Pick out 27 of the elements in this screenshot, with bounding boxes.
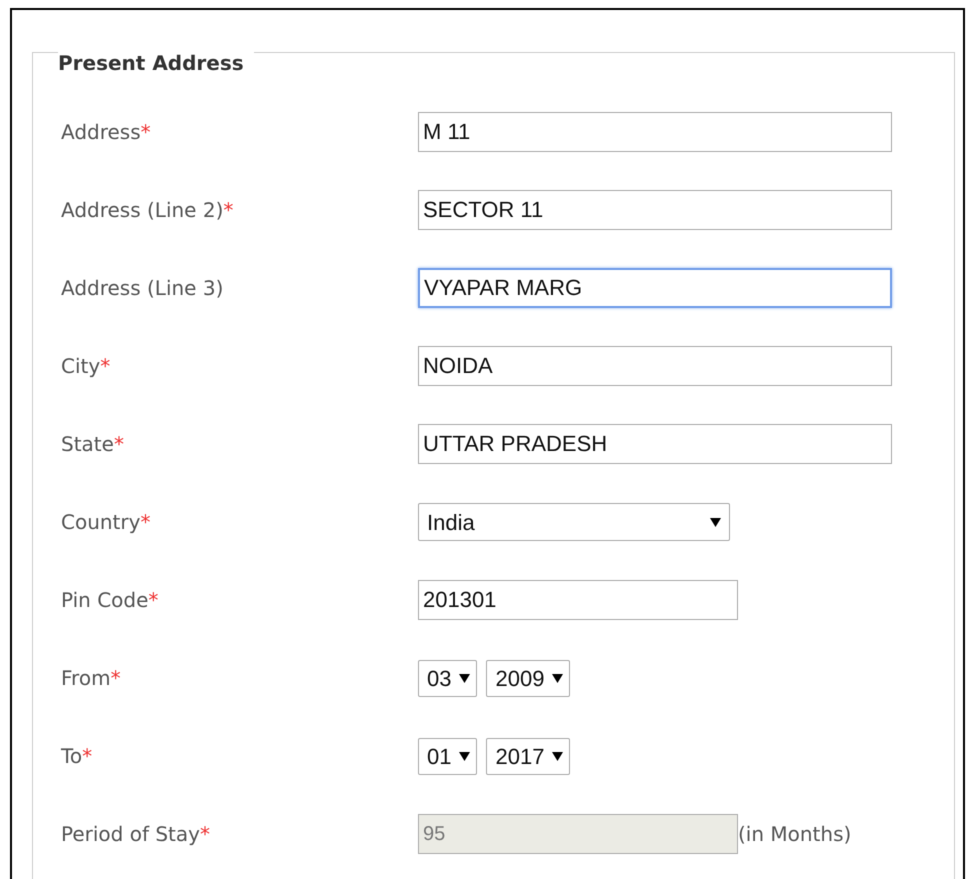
field-label: Address (Line 3) — [61, 275, 224, 302]
dropdown[interactable]: 01 — [418, 738, 478, 774]
dropdown[interactable]: 03 — [418, 660, 478, 696]
input-field[interactable]: SECTOR 11 — [418, 190, 892, 230]
field-label: Address* — [61, 119, 152, 146]
input-field[interactable]: VYAPAR MARG — [418, 268, 892, 308]
caret-icon — [552, 752, 564, 760]
input-field[interactable]: UTTAR PRADESH — [418, 424, 892, 464]
dropdown[interactable]: 2009 — [486, 660, 570, 696]
dropdown[interactable]: 2017 — [486, 738, 570, 774]
caret-icon — [552, 674, 564, 682]
caret-icon — [710, 518, 721, 526]
field-label: Period of Stay* — [61, 821, 211, 848]
field-label: City* — [61, 353, 112, 380]
field-label: State* — [61, 431, 125, 458]
caret-icon — [459, 674, 470, 682]
field-label: Pin Code* — [61, 587, 160, 614]
dropdown[interactable]: India — [418, 503, 730, 541]
caret-icon — [459, 752, 470, 760]
field-label: Address (Line 2)* — [61, 197, 234, 224]
input-field[interactable]: NOIDA — [418, 346, 892, 386]
input-field[interactable]: 201301 — [418, 580, 738, 620]
field-label: To* — [61, 743, 94, 770]
unit-label: (in Months) — [738, 821, 852, 848]
field-label: From* — [61, 665, 122, 692]
input-field[interactable]: M 11 — [418, 112, 892, 152]
field-label: Country* — [61, 509, 152, 536]
